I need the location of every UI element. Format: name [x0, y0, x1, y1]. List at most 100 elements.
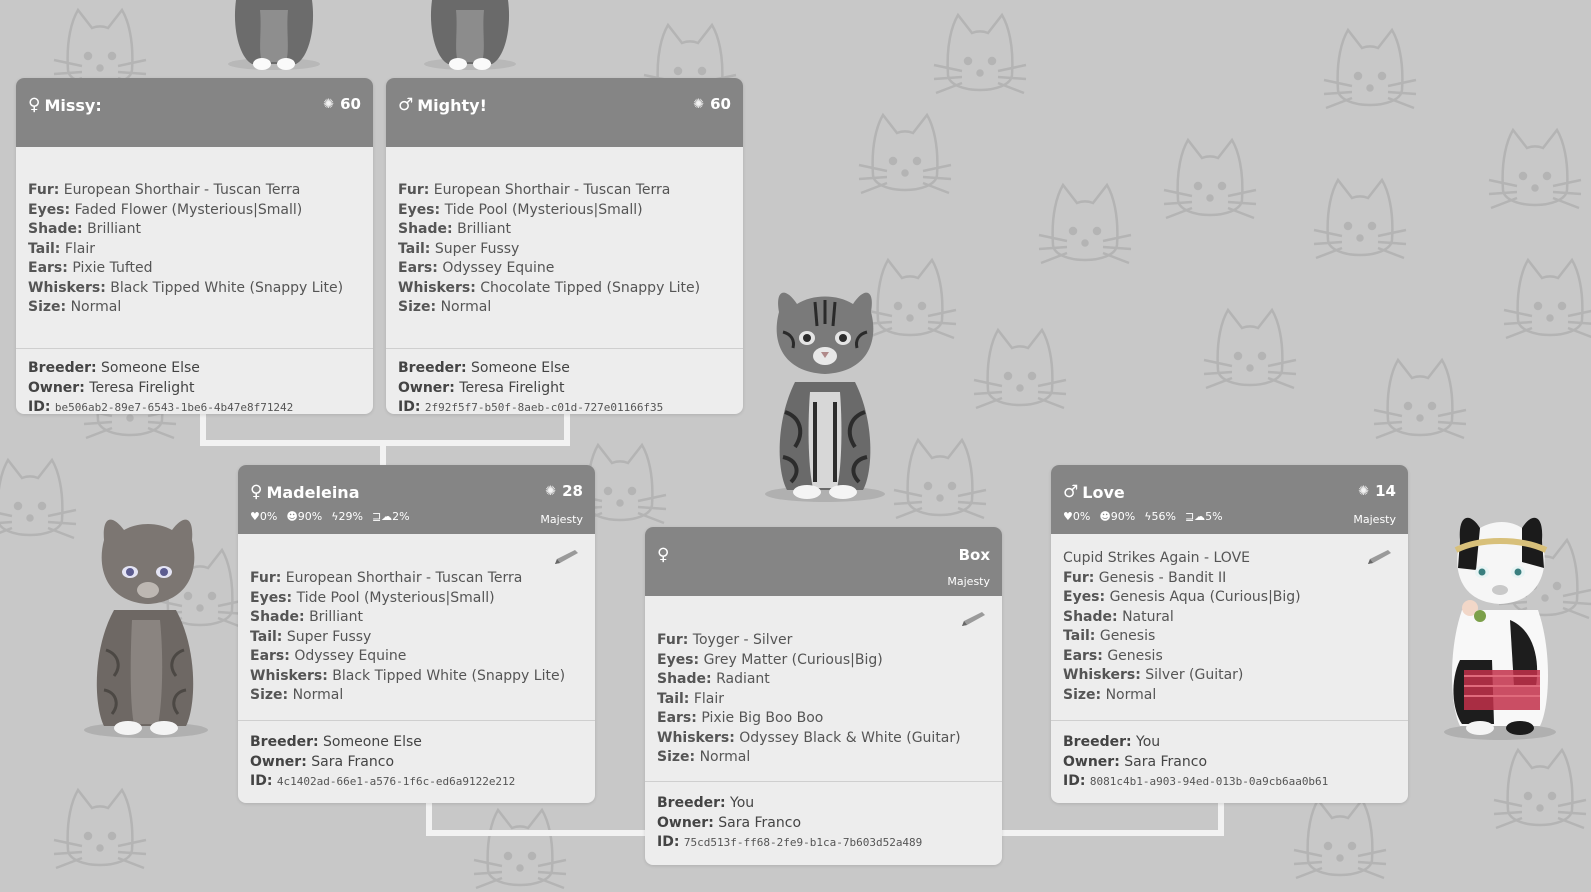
trait-eyes: Eyes: Tide Pool (Mysterious|Small)	[398, 201, 643, 218]
cat-card-missy[interactable]: ♀ Missy: ✺ 60 Fur: European Shorthair - …	[16, 78, 373, 414]
cat-name[interactable]: Box	[959, 546, 990, 564]
cat-name[interactable]: Love	[1082, 483, 1124, 502]
trait-size: Size: Normal	[1063, 686, 1157, 703]
pencil-icon[interactable]	[553, 548, 581, 566]
trait-shade: Shade: Brilliant	[398, 221, 511, 237]
breed-tag: Majesty	[947, 575, 990, 588]
card-header: ♀ Box Majesty	[645, 527, 1002, 596]
trait-whiskers: Whiskers: Black Tipped White (Snappy Lit…	[28, 279, 344, 296]
female-icon: ♀	[657, 545, 670, 565]
id-row: ID: 75cd513f-ff68-2fe9-b1ca-7b603d52a489	[657, 834, 923, 850]
trait-fur: Fur: European Shorthair - Tuscan Terra	[28, 182, 301, 198]
breeder-row: Breeder: Someone Else	[398, 360, 570, 376]
trait-shade: Shade: Brilliant	[28, 221, 141, 237]
generation-icon: ✺	[545, 483, 557, 499]
female-icon: ♀	[250, 482, 263, 502]
trait-fur: Fur: Genesis - Bandit II	[1063, 569, 1227, 586]
cat-card-box[interactable]: ♀ Box Majesty Fur: Toyger - Silver Eyes:…	[645, 527, 1002, 865]
trait-size: Size: Normal	[250, 687, 344, 703]
trait-ears: Ears: Pixie Big Boo Boo	[657, 710, 824, 726]
trait-whiskers: Whiskers: Silver (Guitar)	[1063, 667, 1244, 683]
generation-number: 14	[1375, 482, 1396, 500]
tree-connector-child	[426, 830, 648, 836]
stats-row: ♥0% ☻90% ϟ56% ⊒☁5%	[1063, 510, 1223, 523]
trait-tail: Tail: Flair	[28, 240, 96, 257]
love-stat: ♥0%	[250, 510, 278, 523]
generation-icon: ✺	[693, 96, 705, 112]
love-stat: ♥0%	[1063, 510, 1091, 523]
trait-eyes: Eyes: Genesis Aqua (Curious|Big)	[1063, 589, 1301, 605]
generation-number: 60	[340, 95, 361, 113]
cat-image-box	[765, 292, 885, 502]
trait-fur: Fur: Toyger - Silver	[657, 632, 793, 648]
trait-whiskers: Whiskers: Black Tipped White (Snappy Lit…	[250, 667, 566, 684]
id-row: ID: 8081c4b1-a903-94ed-013b-0a9cb6aa0b61	[1063, 773, 1329, 789]
id-row: ID: be506ab2-89e7-6543-1be6-4b47e8f71242	[28, 399, 294, 414]
happiness-stat: ☻90%	[1099, 510, 1136, 523]
cat-image-love	[1444, 517, 1556, 740]
trait-tail: Tail: Flair	[657, 690, 725, 707]
male-icon: ♂	[1063, 482, 1079, 502]
breeder-row: Breeder: Someone Else	[28, 360, 200, 376]
cat-card-love[interactable]: ♂ Love ✺ 14 ♥0% ☻90% ϟ56% ⊒☁5% Majesty C…	[1051, 465, 1408, 803]
cat-name[interactable]: Mighty!	[417, 96, 487, 115]
cat-card-mighty[interactable]: ♂ Mighty! ✺ 60 Fur: European Shorthair -…	[386, 78, 743, 414]
cat-name[interactable]: Missy:	[44, 96, 101, 115]
rest-stat: ⊒☁2%	[371, 510, 410, 523]
trait-tail: Tail: Genesis	[1063, 628, 1156, 644]
owner-row: Owner: Sara Franco	[250, 753, 395, 770]
ownership-section: Breeder: Someone Else Owner: Sara Franco…	[238, 721, 595, 792]
trait-tail: Tail: Super Fussy	[250, 628, 372, 645]
trait-shade: Shade: Brilliant	[250, 609, 363, 625]
ownership-section: Breeder: Someone Else Owner: Teresa Fire…	[386, 349, 743, 414]
tree-connector-parents	[380, 440, 386, 468]
trait-shade: Shade: Natural	[1063, 608, 1174, 625]
trait-ears: Ears: Genesis	[1063, 647, 1163, 664]
cat-title: Cupid Strikes Again - LOVE	[1063, 550, 1251, 566]
generation-icon: ✺	[1358, 483, 1370, 499]
trait-size: Size: Normal	[657, 749, 751, 765]
trait-eyes: Eyes: Tide Pool (Mysterious|Small)	[250, 589, 495, 606]
trait-eyes: Eyes: Grey Matter (Curious|Big)	[657, 651, 883, 668]
ownership-section: Breeder: You Owner: Sara Franco ID: 8081…	[1051, 721, 1408, 792]
pencil-icon[interactable]	[1366, 548, 1394, 566]
trait-ears: Ears: Odyssey Equine	[398, 260, 555, 276]
card-header: ♀ Missy: ✺ 60	[16, 78, 373, 147]
ownership-section: Breeder: Someone Else Owner: Teresa Fire…	[16, 349, 373, 414]
owner-row: Owner: Sara Franco	[1063, 753, 1208, 770]
tree-connector-child	[1002, 830, 1224, 836]
breeder-row: Breeder: You	[1063, 734, 1161, 750]
cat-image-mighty	[424, 0, 516, 70]
trait-size: Size: Normal	[398, 299, 492, 315]
cat-image-madeleina	[84, 519, 208, 738]
id-row: ID: 2f92f5f7-b50f-8aeb-c01d-727e01166f35	[398, 399, 664, 414]
pencil-icon[interactable]	[960, 610, 988, 628]
generation-number: 60	[710, 95, 731, 113]
breeder-row: Breeder: You	[657, 795, 755, 811]
trait-ears: Ears: Pixie Tufted	[28, 260, 153, 276]
cat-name[interactable]: Madeleina	[266, 483, 359, 502]
traits-section: Fur: European Shorthair - Tuscan Terra E…	[386, 147, 743, 348]
id-row: ID: 4c1402ad-66e1-a576-1f6c-ed6a9122e212	[250, 773, 516, 789]
traits-section: Fur: European Shorthair - Tuscan Terra E…	[16, 147, 373, 348]
trait-shade: Shade: Radiant	[657, 671, 770, 687]
trait-tail: Tail: Super Fussy	[398, 240, 520, 257]
trait-size: Size: Normal	[28, 299, 122, 315]
cat-card-madeleina[interactable]: ♀ Madeleina ✺ 28 ♥0% ☻90% ϟ29% ⊒☁2% Maje…	[238, 465, 595, 803]
owner-row: Owner: Sara Franco	[657, 814, 802, 831]
breed-tag: Majesty	[540, 513, 583, 526]
owner-row: Owner: Teresa Firelight	[28, 379, 195, 396]
card-header: ♀ Madeleina ✺ 28 ♥0% ☻90% ϟ29% ⊒☁2% Maje…	[238, 465, 595, 534]
traits-section: Cupid Strikes Again - LOVE Fur: Genesis …	[1051, 534, 1408, 720]
rest-stat: ⊒☁5%	[1184, 510, 1223, 523]
breeder-row: Breeder: Someone Else	[250, 734, 422, 750]
trait-fur: Fur: European Shorthair - Tuscan Terra	[250, 570, 523, 586]
male-icon: ♂	[398, 95, 414, 115]
ownership-section: Breeder: You Owner: Sara Franco ID: 75cd…	[645, 782, 1002, 853]
card-header: ♂ Love ✺ 14 ♥0% ☻90% ϟ56% ⊒☁5% Majesty	[1051, 465, 1408, 534]
stats-row: ♥0% ☻90% ϟ29% ⊒☁2%	[250, 510, 410, 523]
traits-section: Fur: Toyger - Silver Eyes: Grey Matter (…	[645, 596, 1002, 781]
generation-icon: ✺	[323, 96, 335, 112]
trait-ears: Ears: Odyssey Equine	[250, 648, 407, 664]
energy-stat: ϟ56%	[1144, 510, 1176, 523]
